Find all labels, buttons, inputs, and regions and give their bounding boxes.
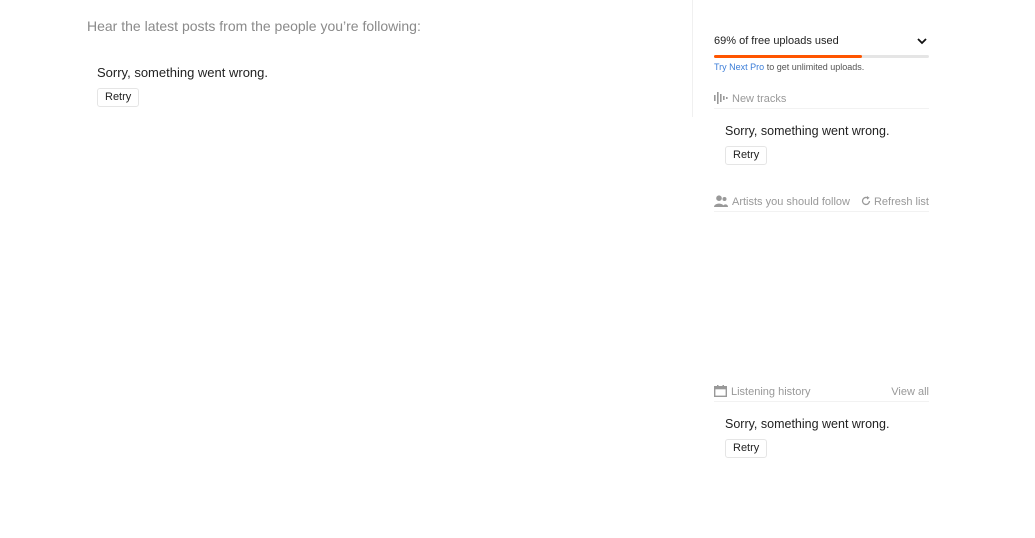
artists-title: Artists you should follow xyxy=(732,196,850,208)
try-next-pro-link[interactable]: Try Next Pro xyxy=(714,62,764,72)
calendar-icon xyxy=(713,384,731,400)
new-tracks-title-group[interactable]: New tracks xyxy=(714,91,787,107)
history-error: Sorry, something went wrong. Retry xyxy=(725,417,889,458)
uploads-progress-fill xyxy=(714,55,863,58)
uploads-row[interactable]: 69% of free uploads used xyxy=(714,33,929,49)
new-tracks-retry-button[interactable]: Retry xyxy=(725,146,768,165)
upsell-suffix: to get unlimited uploads. xyxy=(764,62,865,72)
history-header: Listening history View all xyxy=(713,383,929,402)
stream-heading: Hear the latest posts from the people yo… xyxy=(87,18,421,34)
chevron-down-icon[interactable] xyxy=(915,34,929,48)
uploads-module: 69% of free uploads used Try Next Pro to… xyxy=(714,33,929,72)
artists-title-group[interactable]: Artists you should follow xyxy=(714,194,850,210)
new-tracks-header: New tracks xyxy=(714,90,929,109)
new-tracks-error-text: Sorry, something went wrong. xyxy=(725,124,890,138)
uploads-label: 69% of free uploads used xyxy=(714,35,839,47)
waveform-icon xyxy=(714,91,732,107)
new-tracks-title: New tracks xyxy=(732,93,787,105)
artists-header: Artists you should follow Refresh list xyxy=(714,193,929,212)
uploads-progress-bar xyxy=(714,55,929,58)
page: Hear the latest posts from the people yo… xyxy=(0,0,1035,538)
users-icon xyxy=(714,194,732,210)
refresh-list-label: Refresh list xyxy=(873,196,929,208)
stream-retry-button[interactable]: Retry xyxy=(97,88,140,107)
history-title-group[interactable]: Listening history xyxy=(713,384,811,400)
upsell-text: Try Next Pro to get unlimited uploads. xyxy=(714,62,929,72)
history-retry-button[interactable]: Retry xyxy=(725,439,768,458)
history-title: Listening history xyxy=(731,386,811,398)
view-all-label: View all xyxy=(891,386,929,398)
refresh-list-link[interactable]: Refresh list xyxy=(861,195,929,209)
stream-error-text: Sorry, something went wrong. xyxy=(97,65,268,80)
column-divider xyxy=(692,0,693,117)
refresh-icon xyxy=(861,195,874,209)
stream-error: Sorry, something went wrong. Retry xyxy=(97,65,268,107)
new-tracks-error: Sorry, something went wrong. Retry xyxy=(725,124,889,165)
history-error-text: Sorry, something went wrong. xyxy=(725,417,890,431)
view-all-link[interactable]: View all xyxy=(891,386,929,398)
